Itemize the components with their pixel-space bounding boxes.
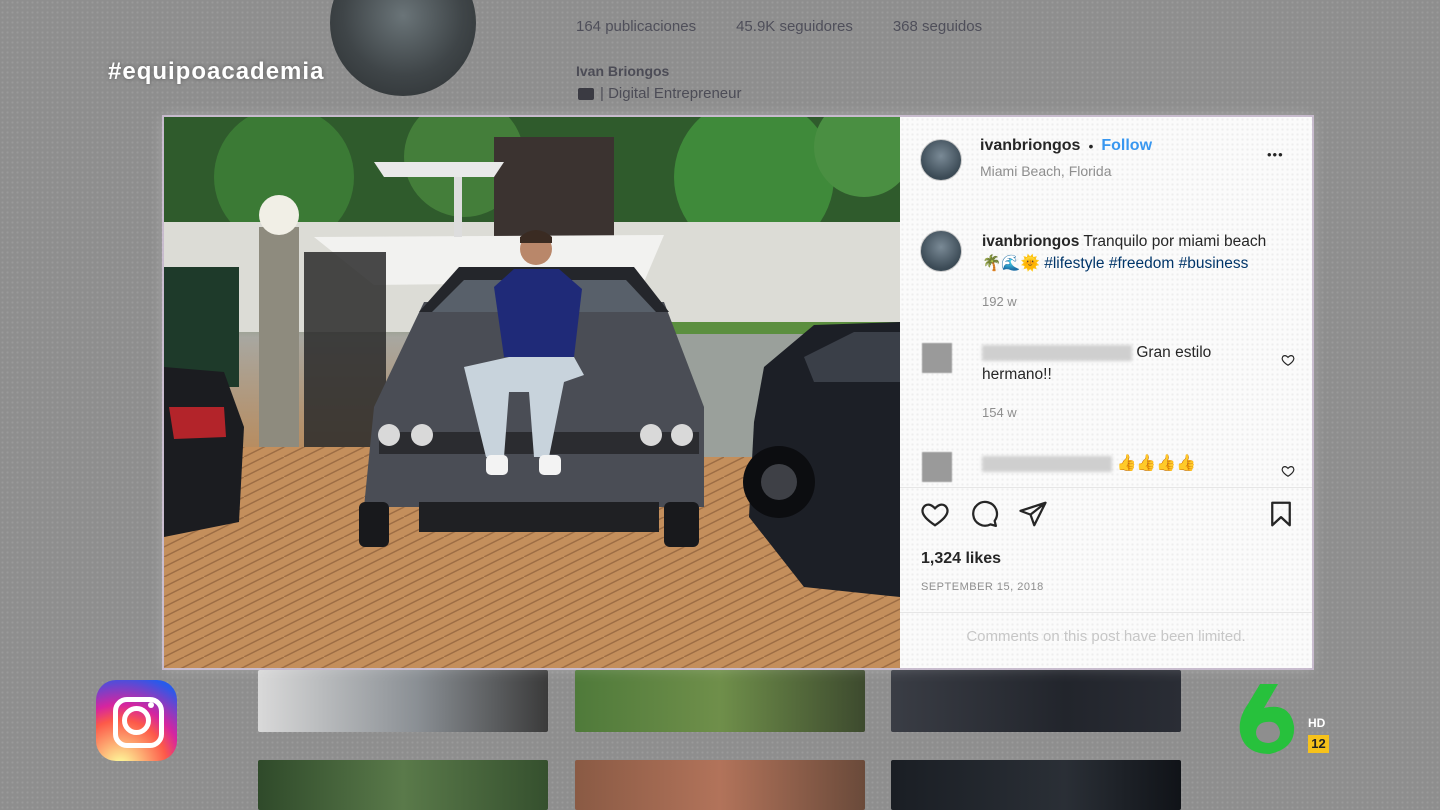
lasexta-logo (1239, 684, 1295, 754)
author-avatar[interactable] (920, 139, 962, 181)
channel-number-badge: 12 (1308, 735, 1329, 753)
bookmark-icon[interactable] (1266, 499, 1296, 529)
comment-icon[interactable] (969, 499, 999, 529)
profile-bio-text: | Digital Entrepreneur (600, 85, 742, 102)
post-caption: ivanbriongos Tranquilo por miami beach 🌴… (982, 231, 1292, 275)
author-username[interactable]: ivanbriongos (980, 137, 1080, 155)
comments-limited-notice: Comments on this post have been limited. (966, 628, 1246, 645)
heart-icon[interactable] (920, 499, 950, 529)
post-header: ivanbriongos • Follow (980, 137, 1152, 155)
grid-thumbnail (891, 760, 1181, 810)
commenter-username-redacted (982, 455, 1112, 472)
caption-age: 192 w (982, 294, 1017, 309)
likes-count[interactable]: 1,324 likes (921, 550, 1001, 568)
commenter-avatar-redacted (922, 452, 952, 482)
grid-thumbnail (575, 760, 865, 810)
posts-count: 164 publicaciones (576, 18, 697, 35)
comment-item: Gran estilo hermano!! (982, 342, 1252, 386)
laptop-icon (578, 87, 594, 100)
comment-like-icon[interactable] (1281, 353, 1295, 367)
instagram-logo (96, 680, 177, 761)
comment-item: 👍👍👍👍 (982, 453, 1196, 475)
post-photo-illustration (164, 117, 900, 668)
post-card: ivanbriongos • Follow Miami Beach, Flori… (164, 117, 1312, 668)
commenter-username-redacted (982, 344, 1132, 361)
comment-like-icon[interactable] (1281, 464, 1295, 478)
header-separator: • (1088, 138, 1094, 154)
instagram-logo-lens (122, 706, 151, 735)
background-profile-stats: 164 publicaciones 45.9K seguidores 368 s… (576, 18, 982, 35)
caption-text: Tranquilo por miami beach (1083, 233, 1267, 250)
post-date: SEPTEMBER 15, 2018 (921, 581, 1044, 593)
caption-author-avatar[interactable] (920, 230, 962, 272)
follow-button[interactable]: Follow (1101, 137, 1152, 155)
instagram-logo-dot (148, 702, 154, 708)
post-location[interactable]: Miami Beach, Florida (980, 163, 1112, 179)
commenter-avatar-redacted (922, 343, 952, 373)
share-icon[interactable] (1018, 499, 1048, 529)
following-count: 368 seguidos (892, 18, 983, 35)
profile-name: Ivan Briongos (576, 63, 670, 79)
grid-thumbnail (258, 670, 548, 732)
grid-thumbnail (891, 670, 1181, 732)
divider (900, 612, 1312, 613)
comment-text: 👍👍👍👍 (1116, 455, 1197, 472)
post-side-panel: ivanbriongos • Follow Miami Beach, Flori… (900, 117, 1312, 668)
caption-username[interactable]: ivanbriongos (982, 233, 1079, 250)
profile-bio: | Digital Entrepreneur (578, 85, 741, 102)
more-options-icon[interactable]: ••• (1267, 147, 1284, 162)
post-photo[interactable] (164, 117, 900, 668)
divider (900, 487, 1312, 488)
comment-age: 154 w (982, 405, 1017, 420)
hd-badge: HD (1308, 716, 1326, 730)
caption-emojis: 🌴🌊🌞 (982, 255, 1040, 272)
overlay-hashtag: #equipoacademia (108, 58, 325, 85)
grid-thumbnail (258, 760, 548, 810)
followers-count: 45.9K seguidores (736, 18, 853, 35)
grid-thumbnail (575, 670, 865, 732)
caption-hashtags[interactable]: #lifestyle #freedom #business (1044, 255, 1248, 272)
